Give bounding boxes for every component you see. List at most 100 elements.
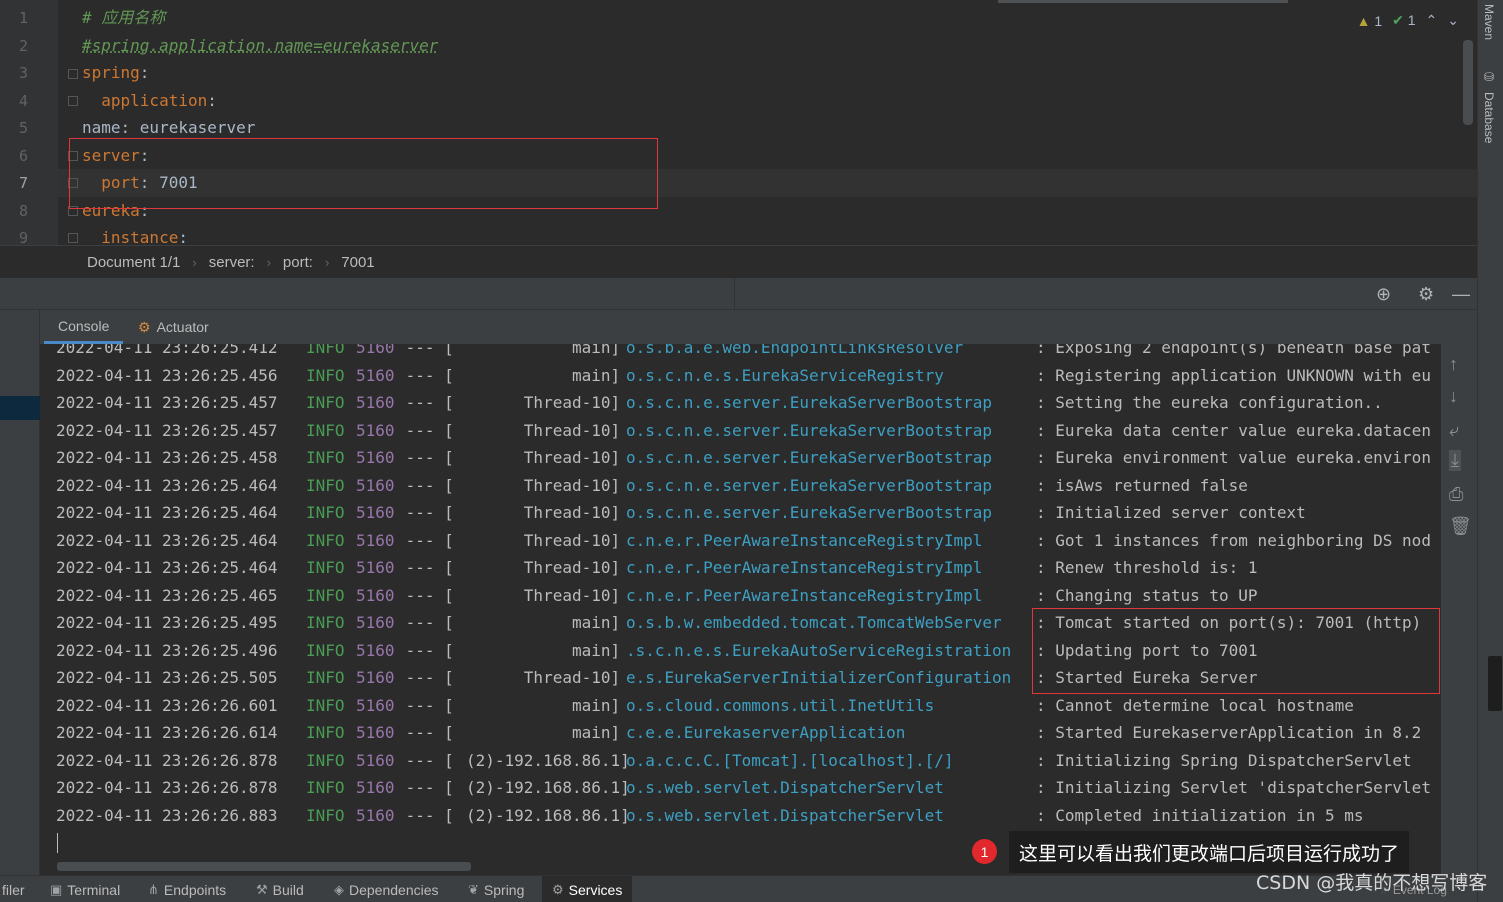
log-thread: (2)-192.168.86.1] [466,805,630,825]
log-separator: --- [ [396,668,454,687]
database-tab[interactable]: Database [1482,92,1496,143]
log-separator: --- [ [396,750,454,770]
minimize-icon[interactable]: — [1452,284,1470,305]
log-pid: 5160 [356,448,395,467]
tree-selected-item[interactable] [0,396,40,420]
chevron-up-icon[interactable]: ⌃ [1426,12,1438,29]
tab-services[interactable]: ⚙ Services [542,876,633,902]
log-timestamp: 2022-04-11 23:26:25.495 [56,613,278,632]
services-tree[interactable] [0,310,40,875]
log-message: : Eureka data center value eureka.datace… [1036,420,1431,440]
spring-icon: ❦ [468,881,479,897]
tab-build[interactable]: ⚒ Build [256,876,304,902]
editor-top-scrollbar[interactable] [998,0,1288,3]
breadcrumb-item[interactable]: server: [209,254,255,271]
yaml-key: spring [82,63,140,82]
log-separator: --- [ [396,613,454,632]
line-number: 8 [18,202,28,220]
log-timestamp: 2022-04-11 23:26:25.464 [56,475,278,495]
console-horizontal-scrollbar[interactable] [57,862,471,871]
log-thread: Thread-10] [466,420,621,440]
code-editor[interactable]: 1 2 3 4 5 6 7 8 9 # 应用名称 #spring.applica… [0,0,1477,245]
console-toolbar: ↑ ↓ ⤶ ⤓ ⎙ 🗑 [1441,344,1477,875]
right-tool-stripe: Maven ⛁ Database [1477,0,1503,902]
log-separator: --- [ [396,585,454,605]
tab-label: Actuator [156,319,209,335]
tab-console[interactable]: Console [44,310,124,344]
breadcrumb-item[interactable]: Document 1/1 [87,254,180,271]
warning-count: 1 [1374,12,1383,29]
log-logger: o.a.c.c.C.[Tomcat].[localhost].[/] [626,750,954,770]
warning-icon: ▲ [1356,12,1371,29]
log-separator: --- [ [396,393,454,412]
log-pid: 5160 [356,475,395,495]
weak-warning-count: 1 [1407,12,1416,28]
gear-icon[interactable]: ⚙ [1418,284,1434,305]
yaml-value: : [178,228,188,245]
log-separator: --- [ [396,695,454,715]
line-number: 9 [18,229,28,245]
tab-terminal[interactable]: ▣ Terminal [50,876,120,902]
log-logger: o.s.c.n.e.server.EurekaServerBootstrap [626,448,993,467]
arrow-down-icon[interactable]: ↓ [1449,386,1458,407]
arrow-up-icon[interactable]: ↑ [1449,354,1458,375]
inspection-status[interactable]: ▲ 1 ✔ 1 ⌃ ⌄ [1357,12,1459,29]
editor-vertical-scrollbar[interactable] [1463,40,1473,125]
fold-marker-icon[interactable] [68,233,78,243]
code-line: # 应用名称 [82,8,166,27]
breadcrumb-item[interactable]: 7001 [341,254,374,271]
line-number: 4 [18,92,28,110]
tab-spring[interactable]: ❦ Spring [468,876,524,902]
scroll-to-end-icon[interactable]: ⤓ [1449,450,1461,471]
console-caret [57,833,58,853]
trash-icon[interactable]: 🗑 [1449,516,1472,537]
fold-marker-icon[interactable] [68,96,78,106]
log-thread: Thread-10] [466,530,621,550]
warning-indicator[interactable]: ▲ 1 [1357,13,1383,29]
log-separator: --- [ [396,805,454,825]
log-timestamp: 2022-04-11 23:26:25.464 [56,558,278,577]
log-thread: Thread-10] [466,475,621,495]
log-separator: --- [ [396,503,454,522]
print-icon[interactable]: ⎙ [1449,484,1463,505]
fold-marker-icon[interactable] [68,69,78,79]
tab-actuator[interactable]: ⚙ Actuator [138,310,209,344]
log-pid: 5160 [356,585,395,605]
chevron-right-icon: › [192,254,197,270]
log-message: : Setting the eureka configuration.. [1036,393,1383,412]
line-number: 6 [18,147,28,165]
log-thread: main] [466,613,621,632]
tab-dependencies[interactable]: ◈ Dependencies [334,876,439,902]
log-thread: Thread-10] [466,585,621,605]
tab-endpoints[interactable]: ⋔ Endpoints [148,876,226,902]
actuator-icon: ⚙ [138,318,151,335]
code-line: #spring.application.name=eurekaserver [82,36,439,55]
highlight-box-startup [1032,608,1440,694]
tab-label: Services [568,881,623,898]
soft-wrap-icon[interactable]: ⤶ [1449,420,1459,441]
database-icon[interactable]: ⛁ [1482,70,1496,84]
maven-tab[interactable]: Maven [1482,4,1496,40]
chevron-right-icon: › [266,254,271,270]
log-timestamp: 2022-04-11 23:26:26.878 [56,750,278,770]
log-logger: c.n.e.r.PeerAwareInstanceRegistryImpl [626,530,983,550]
log-level: INFO [306,344,345,357]
log-timestamp: 2022-04-11 23:26:25.412 [56,344,278,357]
log-level: INFO [306,393,345,412]
log-pid: 5160 [356,393,395,412]
log-logger: c.n.e.r.PeerAwareInstanceRegistryImpl [626,558,983,577]
weak-warning-indicator[interactable]: ✔ 1 [1392,12,1415,29]
tab-profiler[interactable]: filer [2,876,25,902]
chevron-down-icon[interactable]: ⌄ [1447,12,1459,29]
log-separator: --- [ [396,420,454,440]
log-level: INFO [306,475,345,495]
log-logger: o.s.c.n.e.server.EurekaServerBootstrap [626,393,993,412]
log-message: : Initializing Servlet 'dispatcherServle… [1036,778,1431,797]
log-thread: Thread-10] [466,503,621,522]
line-number: 3 [18,64,28,82]
breadcrumb-item[interactable]: port: [283,254,313,271]
yaml-key: instance [82,228,179,245]
code-line: spring: [82,63,149,83]
log-level: INFO [306,805,345,825]
target-icon[interactable]: ⊕ [1376,284,1391,305]
